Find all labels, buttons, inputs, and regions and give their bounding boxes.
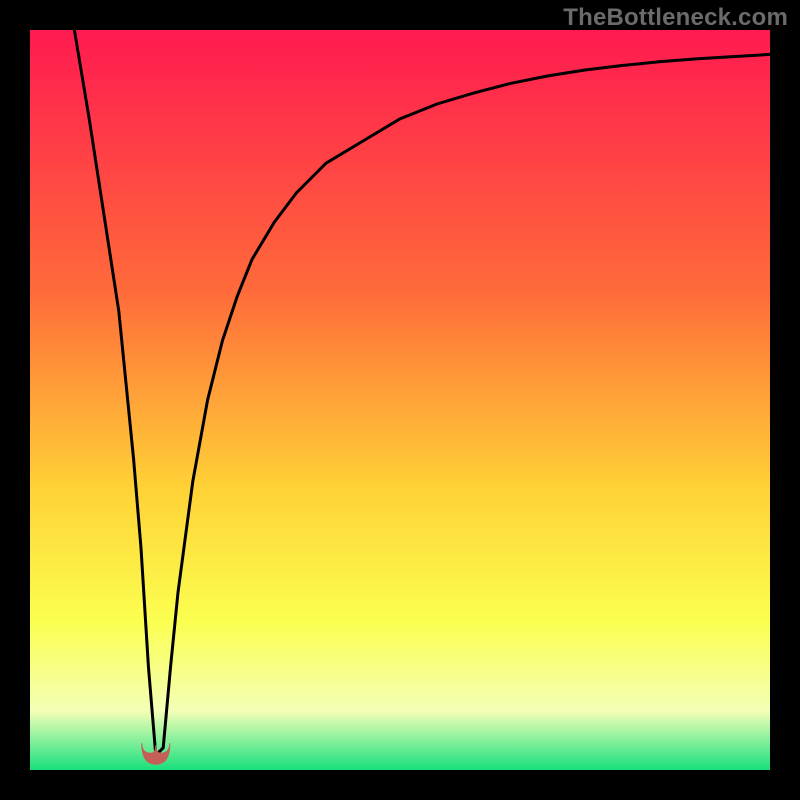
- chart-frame: TheBottleneck.com: [0, 0, 800, 800]
- plot-area: [30, 30, 770, 770]
- gradient-background: [30, 30, 770, 770]
- watermark-label: TheBottleneck.com: [563, 4, 788, 32]
- bottleneck-chart: [30, 30, 770, 770]
